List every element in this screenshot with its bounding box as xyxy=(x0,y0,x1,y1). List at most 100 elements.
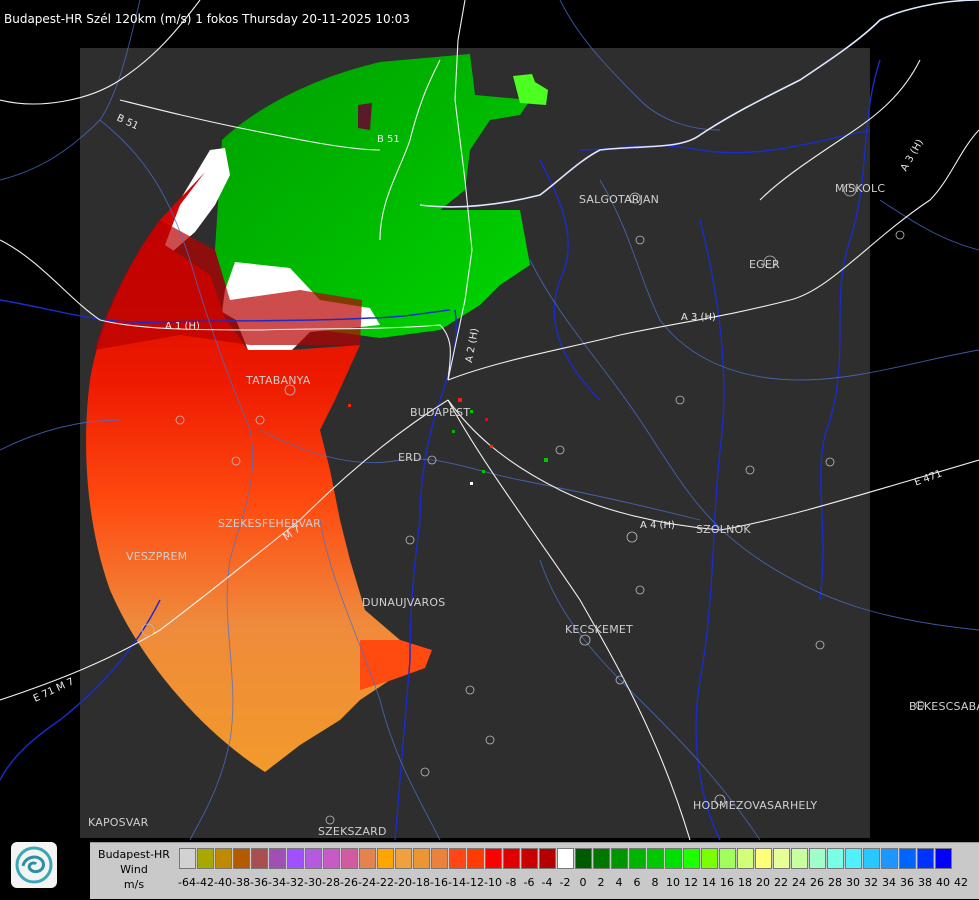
legend-tick: -30 xyxy=(304,876,322,889)
legend-tick: -4 xyxy=(541,876,553,889)
legend-swatch xyxy=(503,848,520,869)
radar-map xyxy=(0,0,979,841)
legend-tick: -38 xyxy=(232,876,250,889)
legend-swatch xyxy=(863,848,880,869)
legend-tick: -20 xyxy=(394,876,412,889)
legend-swatch xyxy=(233,848,250,869)
legend-tick: -42 xyxy=(196,876,214,889)
legend-swatch xyxy=(899,848,916,869)
legend-tick: -32 xyxy=(286,876,304,889)
legend-tick: -28 xyxy=(322,876,340,889)
legend-tick: 18 xyxy=(738,876,752,889)
legend-tick: -6 xyxy=(523,876,535,889)
legend-tick: -12 xyxy=(466,876,484,889)
legend-tick: 28 xyxy=(828,876,842,889)
legend-swatches xyxy=(179,848,953,870)
legend-swatch xyxy=(719,848,736,869)
city-erd: ERD xyxy=(398,451,422,464)
legend-swatch xyxy=(665,848,682,869)
legend-swatch xyxy=(197,848,214,869)
legend-swatch xyxy=(611,848,628,869)
city-kecskemet: KECSKEMET xyxy=(565,623,633,636)
legend-tick: 6 xyxy=(633,876,641,889)
city-dunaujvaros: DUNAUJVAROS xyxy=(362,596,446,609)
legend-swatch xyxy=(575,848,592,869)
legend-swatch xyxy=(647,848,664,869)
echo-dark-patch xyxy=(358,103,372,130)
legend-tick: 24 xyxy=(792,876,806,889)
legend-swatch xyxy=(701,848,718,869)
road-a4: A 4 (H) xyxy=(640,520,675,531)
legend-swatch xyxy=(557,848,574,869)
legend-swatch xyxy=(683,848,700,869)
legend-swatch xyxy=(269,848,286,869)
legend-unit: m/s xyxy=(123,878,145,891)
city-hodmezovasarhely: HODMEZOVASARHELY xyxy=(693,799,818,812)
legend-swatch xyxy=(773,848,790,869)
legend-tick: 14 xyxy=(702,876,716,889)
legend-tick: -26 xyxy=(340,876,358,889)
legend-tick: 26 xyxy=(810,876,824,889)
legend-tick: 36 xyxy=(900,876,914,889)
legend-swatch xyxy=(215,848,232,869)
road-b51-north: B 51 xyxy=(377,134,400,145)
legend-swatch xyxy=(917,848,934,869)
city-szekesfehervar: SZEKESFEHERVAR xyxy=(218,517,321,530)
legend-swatch xyxy=(809,848,826,869)
legend-tick: 4 xyxy=(615,876,623,889)
legend-swatch xyxy=(539,848,556,869)
legend-swatch xyxy=(521,848,538,869)
legend-quantity: Wind xyxy=(120,863,148,876)
legend-swatch xyxy=(935,848,952,869)
legend-swatch xyxy=(845,848,862,869)
legend-swatch xyxy=(467,848,484,869)
legend-swatch xyxy=(593,848,610,869)
city-szolnok: SZOLNOK xyxy=(696,523,751,536)
legend-swatch xyxy=(305,848,322,869)
legend-tick: 42 xyxy=(954,876,968,889)
legend-tick: -18 xyxy=(412,876,430,889)
city-bekescsaba: BEKESCSABA xyxy=(909,700,979,713)
legend-swatch xyxy=(287,848,304,869)
legend-swatch xyxy=(413,848,430,869)
legend-tick: -40 xyxy=(214,876,232,889)
map-title: Budapest-HR Szél 120km (m/s) 1 fokos Thu… xyxy=(4,12,410,26)
legend-swatch xyxy=(251,848,268,869)
legend-tick: -14 xyxy=(448,876,466,889)
legend: Budapest-HR Wind m/s -64 -42 -40 -38 -36 -34-… xyxy=(90,842,979,899)
city-miskolc: MISKOLC xyxy=(835,182,886,195)
legend-tick: 10 xyxy=(666,876,680,889)
city-szekszard: SZEKSZARD xyxy=(318,825,387,838)
legend-tick: -22 xyxy=(376,876,394,889)
legend-tick: 40 xyxy=(936,876,950,889)
city-budapest: BUDAPEST xyxy=(410,406,471,419)
city-tatabanya: TATABANYA xyxy=(246,374,311,387)
legend-swatch xyxy=(485,848,502,869)
legend-swatch xyxy=(395,848,412,869)
legend-tick: 30 xyxy=(846,876,860,889)
legend-tick: -24 xyxy=(358,876,376,889)
city-kaposvar: KAPOSVAR xyxy=(88,816,149,829)
legend-tick: 32 xyxy=(864,876,878,889)
legend-swatch xyxy=(827,848,844,869)
legend-swatch xyxy=(341,848,358,869)
legend-tick: -10 xyxy=(484,876,502,889)
legend-swatch xyxy=(791,848,808,869)
legend-tick: -34 xyxy=(268,876,286,889)
legend-swatch xyxy=(737,848,754,869)
legend-station: Budapest-HR xyxy=(98,848,170,861)
legend-tick: -36 xyxy=(250,876,268,889)
city-salgotarjan: SALGOTARJAN xyxy=(579,193,660,206)
legend-swatch xyxy=(323,848,340,869)
legend-swatch xyxy=(629,848,646,869)
road-a1: A 1 (H) xyxy=(165,321,200,332)
legend-swatch xyxy=(449,848,466,869)
city-veszprem: VESZPREM xyxy=(126,550,188,563)
swirl-icon xyxy=(15,846,53,884)
legend-label: Budapest-HR Wind m/s xyxy=(90,847,178,892)
legend-tick: 2 xyxy=(597,876,605,889)
legend-tick: -8 xyxy=(505,876,517,889)
legend-tick: 38 xyxy=(918,876,932,889)
road-a3: A 3 (H) xyxy=(681,312,716,323)
legend-swatch xyxy=(179,848,196,869)
